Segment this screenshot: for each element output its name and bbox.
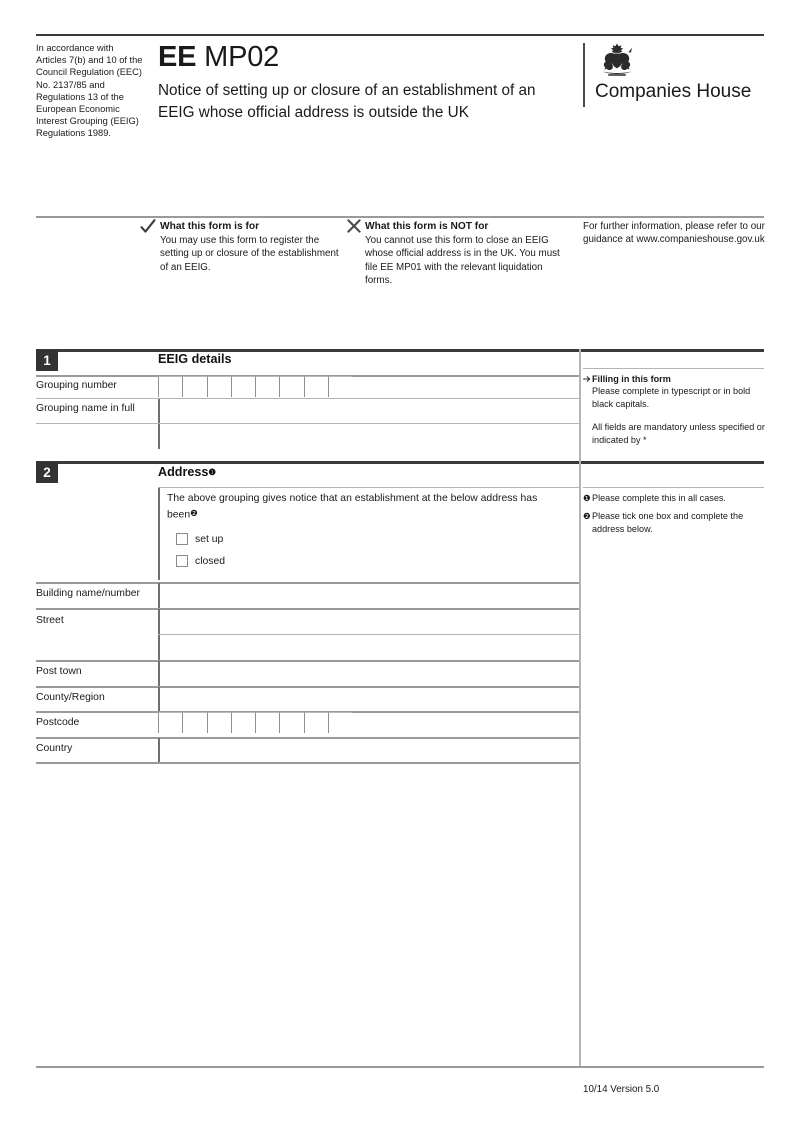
section2-notes: ❶ Please complete this in all cases. ❷ P… bbox=[583, 492, 767, 535]
filling-in-form-note: Filling in this form Please complete in … bbox=[583, 373, 767, 446]
guidance-for-heading: What this form is for bbox=[160, 221, 260, 232]
note-item: ❶ Please complete this in all cases. bbox=[583, 492, 767, 504]
grouping-name-input-line1[interactable] bbox=[158, 399, 579, 423]
county-region-input[interactable] bbox=[158, 687, 579, 711]
section1-title: EEIG details bbox=[158, 352, 232, 366]
form-page: In accordance with Articles 7(b) and 10 … bbox=[0, 0, 800, 1131]
postcode-cell[interactable] bbox=[206, 712, 231, 733]
filling-in-form-body: Please complete in typescript or in bold… bbox=[592, 386, 751, 409]
filling-in-form-heading: Filling in this form bbox=[592, 374, 671, 384]
grouping-number-cell[interactable] bbox=[279, 376, 304, 397]
cross-icon bbox=[347, 219, 361, 233]
building-name-number-label: Building name/number bbox=[36, 588, 140, 599]
form-subtitle: Notice of setting up or closure of an es… bbox=[158, 82, 536, 121]
grouping-number-cell[interactable] bbox=[328, 376, 353, 397]
grouping-number-cell[interactable] bbox=[230, 376, 256, 397]
postcode-cell[interactable] bbox=[279, 712, 304, 733]
section2-title-text: Address bbox=[158, 465, 209, 479]
grouping-number-label: Grouping number bbox=[36, 380, 117, 391]
section2-title-marker: ❶ bbox=[208, 466, 216, 477]
postcode-cell[interactable] bbox=[328, 712, 353, 733]
grouping-number-cell[interactable] bbox=[182, 376, 207, 397]
section2-title: Address❶ bbox=[158, 465, 216, 479]
form-code-number: MP02 bbox=[204, 41, 280, 73]
county-region-label: County/Region bbox=[36, 692, 105, 703]
country-input[interactable] bbox=[158, 738, 579, 763]
checkbox-row-closed[interactable]: closed bbox=[176, 555, 225, 567]
guidance-rule bbox=[36, 216, 764, 218]
guidance-further-info-text: For further information, please refer to… bbox=[583, 221, 765, 246]
form-title-block: EE MP02 Notice of setting up or closure … bbox=[158, 40, 558, 123]
street-input-line2[interactable] bbox=[158, 635, 579, 660]
accordance-note: In accordance with Articles 7(b) and 10 … bbox=[36, 43, 143, 139]
guidance-what-form-is-not-for: What this form is NOT for You cannot use… bbox=[365, 220, 560, 287]
postcode-label: Postcode bbox=[36, 717, 80, 728]
note-marker-2: ❷ bbox=[583, 511, 591, 522]
street-input-line1[interactable] bbox=[158, 609, 579, 634]
tick-icon bbox=[140, 219, 156, 233]
grouping-name-label: Grouping name in full bbox=[36, 403, 135, 414]
section1-top-rule bbox=[36, 349, 764, 352]
form-code-prefix: EE bbox=[158, 41, 197, 73]
notice-statement-marker: ❷ bbox=[190, 508, 198, 518]
section2-top-rule bbox=[36, 461, 764, 464]
note-item: ❷ Please tick one box and complete the a… bbox=[583, 510, 767, 535]
building-name-number-input[interactable] bbox=[158, 583, 579, 608]
note-marker-1: ❶ bbox=[583, 493, 591, 503]
grouping-number-cell[interactable] bbox=[303, 376, 329, 397]
checkbox-set-up-label: set up bbox=[195, 533, 224, 545]
street-label: Street bbox=[36, 615, 64, 626]
grouping-name-input-line2[interactable] bbox=[158, 424, 579, 449]
grouping-number-cell[interactable] bbox=[206, 376, 231, 397]
filling-in-form-body2: All fields are mandatory unless specifie… bbox=[592, 422, 765, 445]
section1-number-badge: 1 bbox=[36, 350, 58, 371]
note-text-2: Please tick one box and complete the add… bbox=[592, 511, 744, 534]
post-town-input[interactable] bbox=[158, 661, 579, 686]
checkbox-set-up[interactable] bbox=[176, 533, 188, 545]
footer-version: 10/14 Version 5.0 bbox=[583, 1084, 660, 1095]
checkbox-row-set-up[interactable]: set up bbox=[176, 533, 223, 545]
address-bottom-rule bbox=[36, 762, 579, 764]
filling-in-form-heading-row: Filling in this form bbox=[583, 373, 767, 385]
post-town-label: Post town bbox=[36, 666, 82, 677]
postcode-cell[interactable] bbox=[182, 712, 207, 733]
country-label: Country bbox=[36, 743, 73, 754]
guidance-further-information: For further information, please refer to… bbox=[583, 220, 768, 246]
arrow-icon bbox=[583, 375, 591, 382]
royal-coat-of-arms-icon bbox=[597, 42, 637, 83]
postcode-cell[interactable] bbox=[255, 712, 280, 733]
grouping-number-cell[interactable] bbox=[255, 376, 280, 397]
guidance-for-body: You may use this form to register the se… bbox=[160, 235, 339, 273]
postcode-cell[interactable] bbox=[230, 712, 256, 733]
sidebar-vertical-divider bbox=[579, 349, 581, 1067]
statement-left-tick bbox=[158, 488, 160, 580]
guidance-not-for-heading: What this form is NOT for bbox=[365, 221, 489, 232]
notice-statement: The above grouping gives notice that an … bbox=[167, 492, 562, 523]
postcode-input[interactable] bbox=[158, 712, 353, 733]
grouping-number-cell[interactable] bbox=[158, 376, 183, 397]
section2-number-badge: 2 bbox=[36, 462, 58, 483]
section1-note-rule bbox=[583, 368, 764, 369]
logo-wordmark: Companies House bbox=[595, 81, 752, 102]
logo-divider-bar bbox=[583, 43, 585, 107]
grouping-number-input[interactable] bbox=[158, 376, 353, 397]
checkbox-closed-label: closed bbox=[195, 555, 226, 567]
postcode-cell[interactable] bbox=[303, 712, 329, 733]
header-top-rule bbox=[36, 34, 764, 36]
postcode-cell[interactable] bbox=[158, 712, 183, 733]
note-text-1: Please complete this in all cases. bbox=[592, 493, 726, 503]
footer-rule bbox=[36, 1066, 764, 1068]
checkbox-closed[interactable] bbox=[176, 555, 188, 567]
form-code: EE MP02 bbox=[158, 40, 558, 74]
guidance-what-form-is-for: What this form is for You may use this f… bbox=[160, 220, 340, 274]
section2-note-rule bbox=[583, 487, 764, 488]
guidance-not-for-body: You cannot use this form to close an EEI… bbox=[365, 235, 560, 286]
notice-statement-text: The above grouping gives notice that an … bbox=[167, 493, 538, 521]
statement-top-rule bbox=[158, 487, 579, 488]
